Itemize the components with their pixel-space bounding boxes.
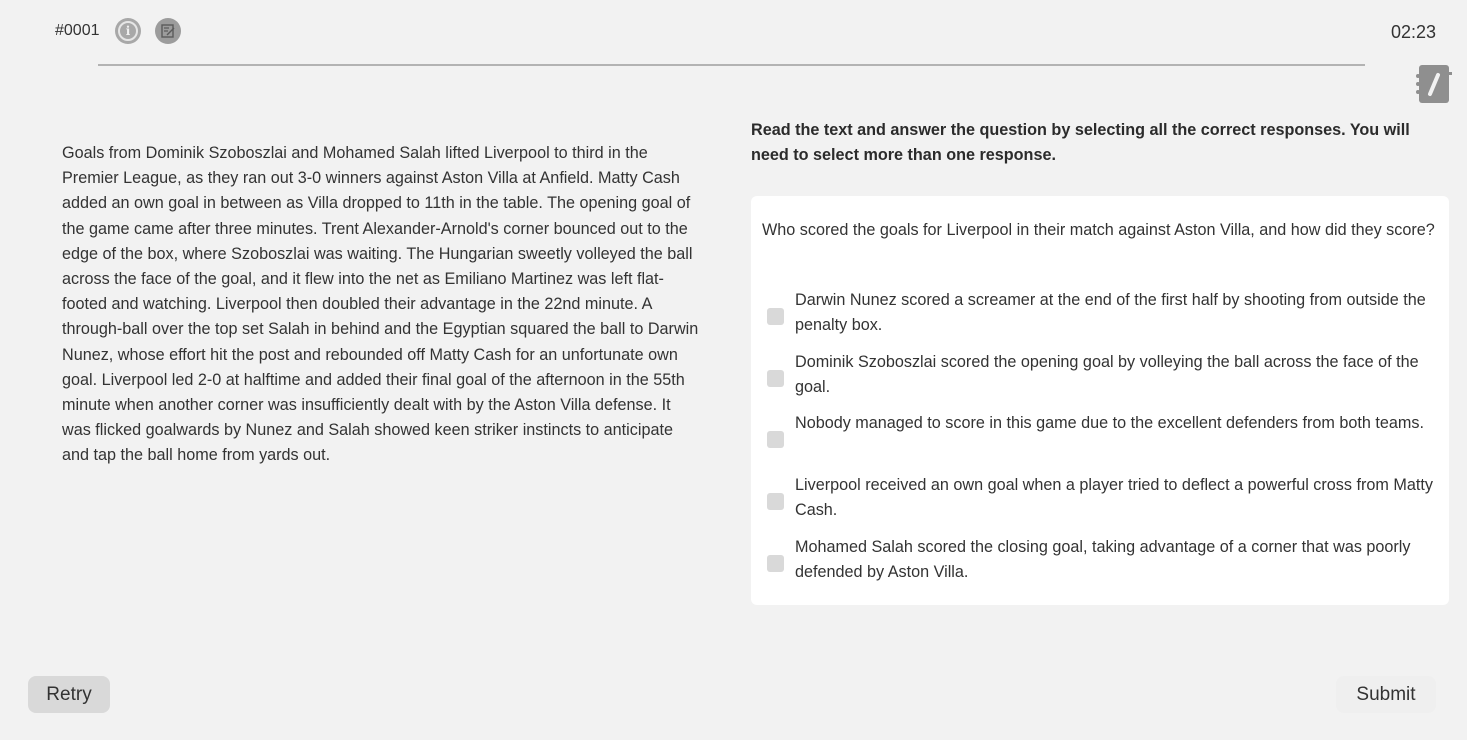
answer-option[interactable]: Liverpool received an own goal when a pl… <box>767 476 1437 528</box>
header-divider <box>98 64 1365 66</box>
option-label: Nobody managed to score in this game due… <box>795 414 1424 432</box>
answer-option[interactable]: Dominik Szoboszlai scored the opening go… <box>767 353 1437 405</box>
notepad-icon[interactable] <box>1414 63 1454 105</box>
option-label: Dominik Szoboszlai scored the opening go… <box>795 353 1419 397</box>
practice-question-page: #0001 i 02:23 Goals from Dominik Szobosz… <box>0 0 1467 740</box>
option-checkbox[interactable] <box>767 555 784 572</box>
info-icon[interactable]: i <box>115 18 141 44</box>
option-checkbox[interactable] <box>767 493 784 510</box>
question-id: #0001 <box>55 22 100 39</box>
answer-option[interactable]: Mohamed Salah scored the closing goal, t… <box>767 538 1437 590</box>
info-icon-glyph: i <box>118 21 138 41</box>
option-label: Liverpool received an own goal when a pl… <box>795 476 1433 520</box>
question-text: Who scored the goals for Liverpool in th… <box>762 221 1435 239</box>
instructions: Read the text and answer the question by… <box>751 121 1410 164</box>
reading-passage: Goals from Dominik Szoboszlai and Mohame… <box>62 144 699 465</box>
option-checkbox[interactable] <box>767 431 784 448</box>
notepad-icon-glyph <box>1416 65 1452 103</box>
option-label: Darwin Nunez scored a screamer at the en… <box>795 291 1426 335</box>
option-checkbox[interactable] <box>767 308 784 325</box>
submit-button[interactable]: Submit <box>1336 676 1436 713</box>
notes-icon-glyph <box>161 24 175 38</box>
question-card: Who scored the goals for Liverpool in th… <box>751 196 1449 605</box>
option-checkbox[interactable] <box>767 370 784 387</box>
option-label: Mohamed Salah scored the closing goal, t… <box>795 538 1411 582</box>
answer-option[interactable]: Nobody managed to score in this game due… <box>767 414 1437 466</box>
retry-button[interactable]: Retry <box>28 676 110 713</box>
notes-icon[interactable] <box>155 18 181 44</box>
answer-option[interactable]: Darwin Nunez scored a screamer at the en… <box>767 291 1437 343</box>
timer: 02:23 <box>1390 22 1436 42</box>
